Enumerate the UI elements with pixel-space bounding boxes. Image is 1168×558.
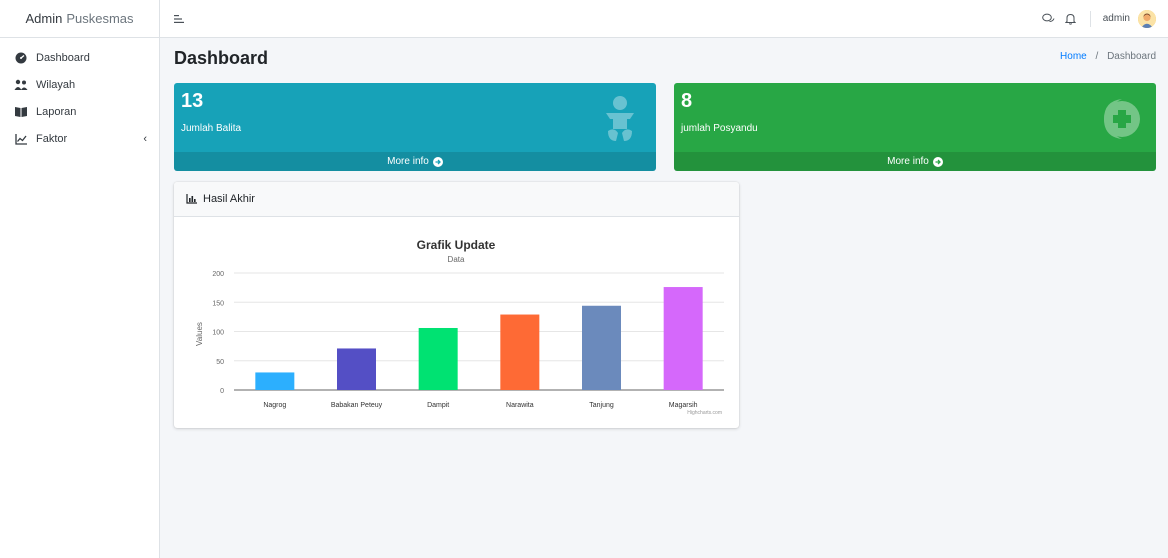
chart-credits[interactable]: Highcharts.com: [687, 410, 722, 416]
more-info-label: More info: [387, 156, 429, 167]
stat-value: 13: [181, 90, 204, 112]
breadcrumb-home-link[interactable]: Home: [1060, 51, 1087, 62]
chart-y-tick-label: 0: [220, 388, 224, 395]
stat-value: 8: [681, 90, 693, 112]
sidebar-item-laporan[interactable]: Laporan: [0, 98, 159, 125]
chart-x-tick-label: Magarsih: [669, 402, 698, 409]
more-info-link[interactable]: More info: [174, 152, 656, 171]
chart-bar[interactable]: [418, 327, 458, 390]
chart-bar[interactable]: [337, 348, 376, 390]
content-wrapper: Dashboard Home / Dashboard 13 Jumlah Bal…: [160, 38, 1168, 558]
hamburger-menu-icon[interactable]: [172, 12, 186, 26]
breadcrumb-current: Dashboard: [1107, 51, 1156, 62]
sidebar: Admin Puskesmas Dashboard Wilayah Lapora…: [0, 0, 160, 558]
sidebar-item-label: Faktor: [36, 132, 68, 145]
chart-area-icon: [186, 193, 198, 205]
chart-bar[interactable]: [663, 287, 703, 390]
sidebar-item-wilayah[interactable]: Wilayah: [0, 71, 159, 98]
sidebar-nav: Dashboard Wilayah Laporan Faktor ‹: [0, 38, 159, 152]
topbar-right: admin: [1042, 9, 1156, 28]
bar-chart: Grafik Update Data Values 0 50 100 150 200 N…: [195, 238, 724, 416]
chart-x-tick-label: Nagrog: [263, 402, 286, 409]
chart-bar[interactable]: [582, 305, 621, 390]
arrow-circle-right-icon: [932, 156, 943, 167]
sidebar-item-dashboard[interactable]: Dashboard: [0, 44, 159, 71]
chart-y-tick-label: 200: [212, 271, 224, 278]
chart-y-axis-label: Values: [195, 322, 204, 346]
breadcrumb-separator: /: [1095, 51, 1099, 62]
card-title: Hasil Akhir: [203, 193, 255, 205]
chart-title: Grafik Update: [417, 238, 496, 252]
baby-icon: [606, 96, 634, 141]
sidebar-item-label: Dashboard: [36, 51, 90, 64]
chart-x-tick-label: Babakan Peteuy: [331, 402, 383, 409]
book-icon: [14, 105, 28, 119]
stat-box-balita: 13 Jumlah Balita More info: [174, 83, 656, 171]
chart-x-tick-label: Narawita: [506, 402, 534, 409]
arrow-circle-right-icon: [432, 156, 443, 167]
chart-line-icon: [14, 132, 28, 146]
bell-icon[interactable]: [1064, 12, 1078, 26]
brand-name-part2: Puskesmas: [66, 11, 134, 26]
chart-subtitle: Data: [448, 255, 465, 264]
chart-y-tick-label: 150: [212, 300, 224, 307]
hasil-akhir-card: Hasil Akhir Grafik Update Data Values 0 5…: [174, 182, 739, 428]
chart-x-tick-label: Dampit: [427, 402, 449, 409]
chart-bar[interactable]: [500, 314, 540, 390]
page-title: Dashboard: [174, 48, 269, 68]
brand-logo[interactable]: Admin Puskesmas: [0, 0, 159, 38]
chart-y-tick-label: 100: [212, 330, 224, 337]
sidebar-item-label: Wilayah: [36, 78, 76, 91]
stat-label: jumlah Posyandu: [681, 123, 758, 134]
breadcrumb: Home / Dashboard: [1060, 51, 1156, 62]
user-name[interactable]: admin: [1103, 13, 1130, 24]
stat-label: Jumlah Balita: [181, 123, 242, 134]
more-info-label: More info: [887, 156, 929, 167]
sidebar-item-faktor[interactable]: Faktor ‹: [0, 125, 159, 152]
chart-bar[interactable]: [255, 372, 295, 390]
medical-clinic-icon: [1104, 99, 1140, 139]
comments-icon[interactable]: [1042, 12, 1056, 26]
top-navbar: admin: [160, 0, 1168, 38]
card-header: Hasil Akhir: [174, 182, 739, 217]
sidebar-item-label: Laporan: [36, 105, 77, 118]
topbar-divider: [1089, 10, 1091, 27]
chevron-left-icon: ‹: [143, 132, 147, 145]
more-info-link[interactable]: More info: [674, 152, 1156, 171]
chart-x-tick-label: Tanjung: [589, 402, 614, 409]
tachometer-icon: [14, 51, 28, 65]
chart-y-tick-label: 50: [216, 359, 224, 366]
avatar[interactable]: [1138, 9, 1156, 28]
brand-name-part1: Admin: [25, 11, 63, 26]
stat-box-posyandu: 8 jumlah Posyandu More info: [674, 83, 1156, 171]
users-icon: [14, 78, 28, 92]
chart-container: Grafik Update Data Values 0 50 100 150 200 N…: [179, 222, 734, 427]
